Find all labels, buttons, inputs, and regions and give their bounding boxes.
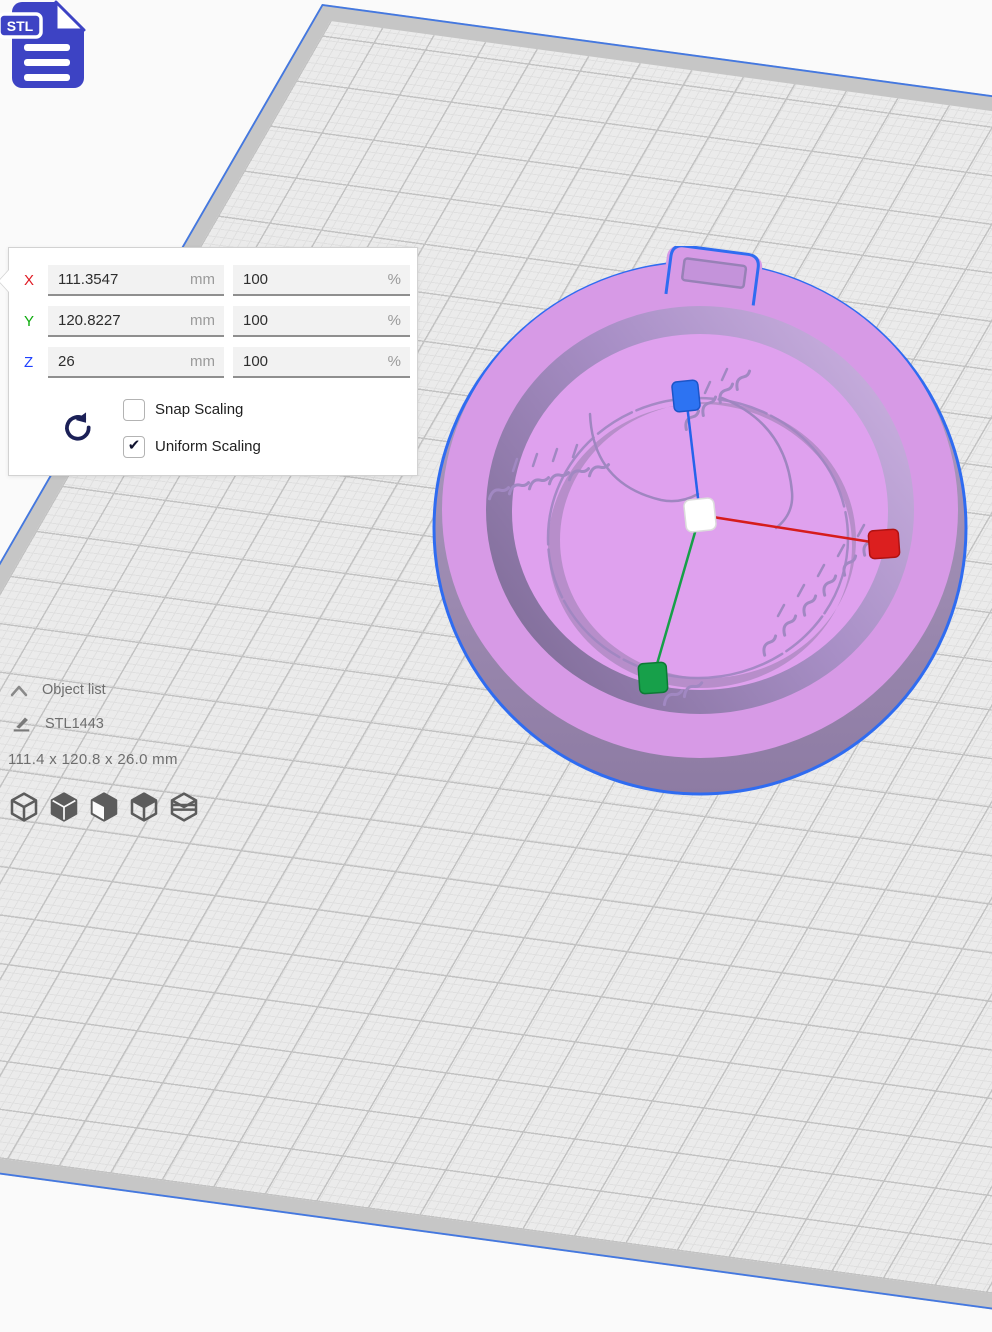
doc-line (24, 74, 70, 81)
object-name: STL1443 (45, 715, 104, 732)
y-mm-field: mm (48, 306, 224, 337)
layered-cube-icon[interactable] (168, 791, 200, 823)
uniform-scaling-checkbox[interactable] (123, 436, 145, 458)
z-percent-unit: % (387, 353, 401, 370)
solid-cube-icon[interactable] (48, 791, 80, 823)
snap-scaling-label: Snap Scaling (155, 401, 244, 418)
selected-model-dimensions: 111.4 x 120.8 x 26.0 mm (8, 751, 178, 768)
uniform-scaling-label: Uniform Scaling (155, 438, 261, 455)
scale-row-y: Y mm % (9, 306, 417, 337)
y-percent-unit: % (387, 312, 401, 329)
chevron-up-icon (10, 685, 28, 696)
doc-line (24, 59, 70, 66)
page-fold-icon (54, 0, 86, 32)
scale-tool-panel: X mm % Y mm % Z mm % (0, 247, 418, 476)
snap-scaling-checkbox[interactable] (123, 399, 145, 421)
scale-row-x: X mm % (9, 265, 417, 296)
scale-row-z: Z mm % (9, 347, 417, 378)
y-mm-unit: mm (190, 312, 215, 329)
mesh-type-toolbar (8, 791, 200, 823)
x-scale-handle[interactable] (867, 528, 901, 560)
reset-icon (65, 412, 91, 441)
stl-badge-label: STL (7, 18, 34, 34)
normal-model-cube-icon[interactable] (8, 791, 40, 823)
y-axis-label: Y (24, 313, 35, 330)
z-percent-input[interactable] (233, 353, 388, 370)
z-mm-unit: mm (190, 353, 215, 370)
x-axis-label: X (24, 272, 35, 289)
y-scale-handle[interactable] (637, 661, 669, 695)
stl-file-button[interactable]: STL (0, 0, 94, 96)
object-list-item[interactable]: STL1443 (12, 714, 104, 733)
x-mm-input[interactable] (48, 271, 190, 288)
center-scale-handle[interactable] (683, 497, 717, 533)
y-percent-input[interactable] (233, 312, 388, 329)
object-list-header[interactable]: Object list (10, 682, 106, 698)
x-mm-field: mm (48, 265, 224, 296)
z-mm-field: mm (48, 347, 224, 378)
object-list-title: Object list (42, 682, 106, 698)
model-viewport (432, 246, 968, 796)
x-percent-field: % (233, 265, 410, 296)
z-axis-label: Z (24, 354, 34, 371)
top-face-cube-icon[interactable] (128, 791, 160, 823)
y-mm-input[interactable] (48, 312, 190, 329)
x-mm-unit: mm (190, 271, 215, 288)
x-percent-input[interactable] (233, 271, 388, 288)
open-face-cube-icon[interactable] (88, 791, 120, 823)
x-percent-unit: % (387, 271, 401, 288)
panel-pointer (0, 270, 9, 292)
pencil-icon (13, 717, 30, 732)
z-mm-input[interactable] (48, 353, 190, 370)
z-scale-handle[interactable] (671, 379, 701, 413)
doc-line (24, 44, 70, 51)
z-percent-field: % (233, 347, 410, 378)
reset-scale-button[interactable] (61, 411, 95, 445)
y-percent-field: % (233, 306, 410, 337)
